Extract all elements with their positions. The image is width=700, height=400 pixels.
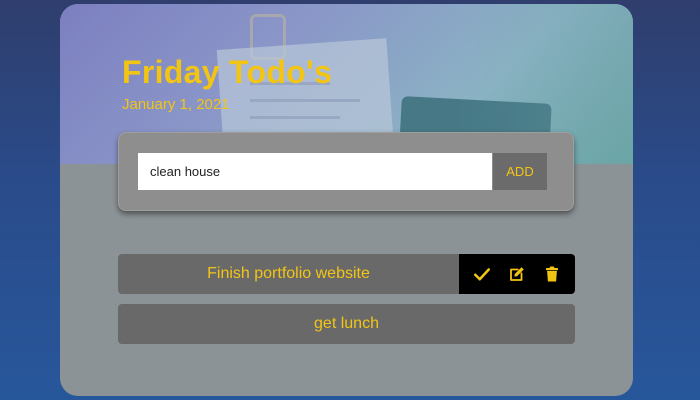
photo-paper-line	[250, 99, 360, 102]
todo-card: Friday Todo's January 1, 2021 ADD Finish…	[60, 4, 633, 396]
trash-icon	[545, 266, 558, 282]
page-date: January 1, 2021	[122, 96, 230, 113]
photo-paper-line	[250, 116, 340, 119]
todo-text: get lunch	[314, 315, 379, 332]
todo-item[interactable]: get lunch	[118, 304, 575, 344]
complete-button[interactable]	[468, 260, 496, 288]
todo-item[interactable]: Finish portfolio website	[118, 254, 575, 294]
todo-actions	[459, 254, 575, 294]
task-input[interactable]	[138, 153, 492, 190]
add-task-panel: ADD	[118, 132, 574, 211]
edit-button[interactable]	[503, 260, 531, 288]
add-button[interactable]: ADD	[493, 153, 547, 190]
todo-text: Finish portfolio website	[207, 265, 370, 282]
todo-list: Finish portfolio website get lunch	[118, 254, 575, 354]
check-icon	[474, 268, 491, 281]
edit-icon	[510, 267, 524, 281]
delete-button[interactable]	[538, 260, 566, 288]
page-title: Friday Todo's	[122, 54, 333, 90]
